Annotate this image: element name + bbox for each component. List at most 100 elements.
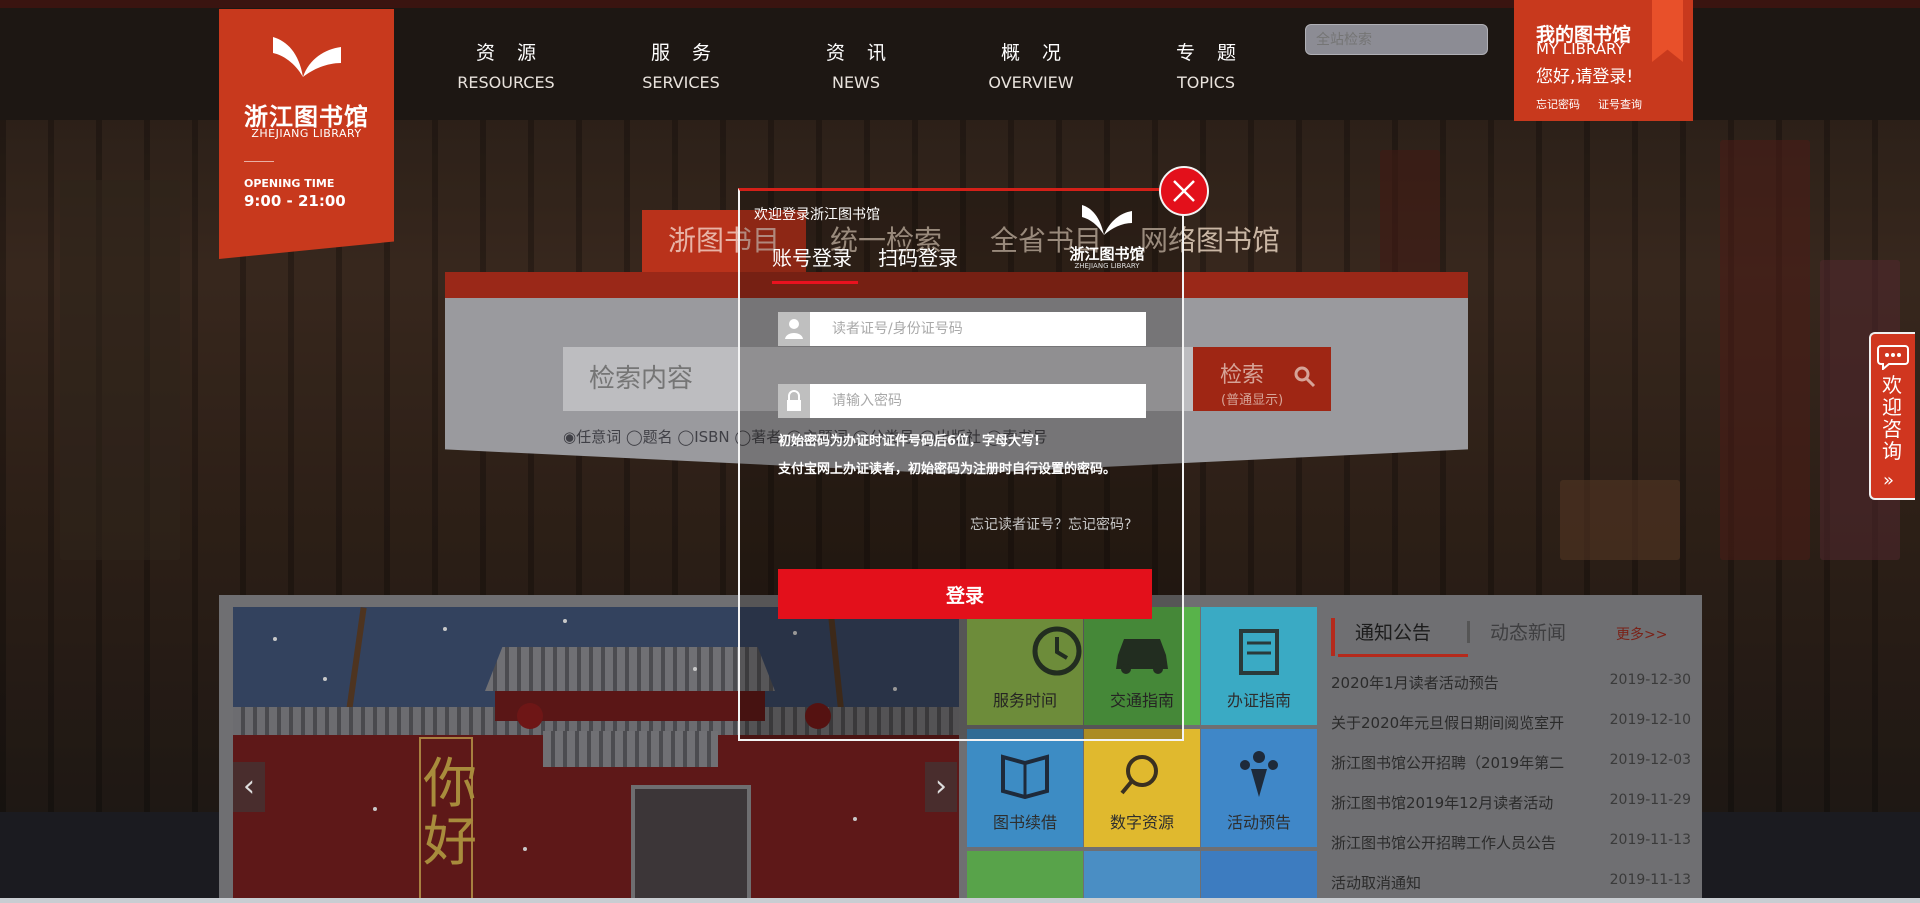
tile-book-renewal[interactable]: 图书续借 — [967, 729, 1083, 847]
notice-date: 2019-12-10 — [1609, 712, 1691, 728]
tile-card-guide[interactable]: 办证指南 — [1201, 607, 1317, 725]
close-modal-button[interactable] — [1159, 166, 1209, 216]
tab-divider — [1467, 621, 1470, 643]
notice-row[interactable]: 2020年1月读者活动预告 2019-12-30 — [1331, 672, 1699, 698]
nav-label-cn: 服务 — [650, 42, 733, 64]
notice-date: 2019-11-13 — [1609, 872, 1691, 888]
nav-news[interactable]: 资讯 NEWS — [776, 38, 936, 92]
nav-label-cn: 资源 — [475, 42, 558, 64]
username-input[interactable] — [810, 312, 1146, 346]
tile-more[interactable] — [967, 851, 1083, 903]
tab-account-login[interactable]: 账号登录 — [772, 242, 852, 271]
forgot-password-link[interactable]: 忘记密码 — [1536, 96, 1580, 112]
nav-label-cn: 概况 — [1000, 42, 1083, 64]
nav-label-cn: 资讯 — [825, 42, 908, 64]
notice-title: 2020年1月读者活动预告 — [1331, 674, 1499, 692]
modal-logo-chinese: 浙江图书馆 — [1069, 245, 1145, 263]
tile-more[interactable] — [1084, 851, 1200, 903]
notice-date: 2019-11-29 — [1609, 792, 1691, 808]
consult-side-tab[interactable]: 欢迎咨询 » — [1869, 332, 1915, 500]
snowflake — [563, 619, 567, 623]
login-greeting[interactable]: 您好,请登录! — [1536, 62, 1633, 87]
search-button-hint: (普通显示) — [1221, 393, 1284, 408]
snowflake — [373, 807, 377, 811]
snowflake — [693, 667, 697, 671]
lock-icon — [778, 384, 810, 418]
notice-row[interactable]: 浙江图书馆公开招聘（2019年第二 2019-12-03 — [1331, 752, 1699, 778]
tab-news[interactable]: 动态新闻 — [1490, 618, 1566, 645]
card-query-link[interactable]: 证号查询 — [1598, 96, 1642, 112]
tile-event-preview[interactable]: 活动预告 — [1201, 729, 1317, 847]
tile-label: 图书续借 — [992, 813, 1057, 832]
password-field — [778, 384, 1146, 418]
my-library-subtitle: MY LIBRARY — [1536, 40, 1625, 58]
my-library-panel[interactable]: 我的图书馆 MY LIBRARY 您好,请登录! 忘记密码 证号查询 — [1514, 0, 1693, 121]
nav-overview[interactable]: 概况 OVERVIEW — [951, 38, 1111, 92]
more-link[interactable]: 更多>> — [1616, 624, 1667, 644]
notice-row[interactable]: 浙江图书馆2019年12月读者活动 2019-11-29 — [1331, 792, 1699, 818]
notice-title: 浙江图书馆2019年12月读者活动 — [1331, 794, 1554, 812]
username-field — [778, 312, 1146, 346]
consult-label: 欢迎咨询 — [1882, 373, 1902, 463]
snowflake — [853, 817, 857, 821]
book-swoosh-icon — [273, 37, 341, 77]
nav-label-en: RESOURCES — [457, 73, 555, 92]
card-icon — [1239, 629, 1279, 675]
search-icon — [1294, 366, 1316, 388]
site-search-input[interactable] — [1305, 24, 1488, 55]
login-button[interactable]: 登录 — [778, 569, 1152, 619]
tab-notices[interactable]: 通知公告 — [1355, 618, 1431, 645]
library-logo-block[interactable]: 浙江图书馆 ZHEJIANG LIBRARY OPENING TIME 9:00… — [219, 9, 394, 259]
notice-tab-marker — [1331, 618, 1335, 656]
password-input[interactable] — [810, 384, 1146, 418]
notice-title: 活动取消通知 — [1331, 874, 1422, 892]
people-icon — [1240, 751, 1278, 797]
nav-services[interactable]: 服务 SERVICES — [601, 38, 761, 92]
password-hint-2: 支付宝网上办证读者，初始密码为注册时自行设置的密码。 — [778, 462, 1117, 477]
tile-label: 数字资源 — [1109, 813, 1174, 832]
banner-prev-button[interactable]: ‹ — [233, 762, 265, 812]
login-modal: 欢迎登录浙江图书馆 账号登录 扫码登录 浙江图书馆 ZHEJIANG LIBRA… — [738, 188, 1184, 741]
book-swoosh-icon — [1082, 205, 1132, 235]
notice-title: 浙江图书馆公开招聘工作人员公告 — [1331, 834, 1557, 852]
nav-label-en: SERVICES — [642, 73, 720, 92]
divider — [244, 161, 274, 162]
banner-calligraphy: 你好 — [423, 752, 477, 873]
search-button[interactable]: 检索 (普通显示) — [1193, 347, 1331, 411]
notice-date: 2019-11-13 — [1609, 832, 1691, 848]
notice-row[interactable]: 浙江图书馆公开招聘工作人员公告 2019-11-13 — [1331, 832, 1699, 858]
notice-date: 2019-12-03 — [1609, 752, 1691, 768]
active-tab-underline — [772, 281, 858, 284]
notice-title: 浙江图书馆公开招聘（2019年第二 — [1331, 754, 1565, 772]
banner-gate-roof — [485, 647, 775, 691]
modal-welcome-text: 欢迎登录浙江图书馆 — [754, 207, 880, 223]
tile-digital-resources[interactable]: 数字资源 — [1084, 729, 1200, 847]
tile-label: 办证指南 — [1226, 691, 1291, 710]
nav-label-en: TOPICS — [1176, 73, 1236, 92]
nav-label-cn: 专题 — [1175, 42, 1258, 64]
nav-label-en: OVERVIEW — [988, 73, 1074, 92]
globe-icon — [1120, 755, 1158, 795]
nav-label-en: NEWS — [831, 73, 881, 92]
bookmark-ribbon-icon — [1652, 0, 1683, 62]
banner-next-button[interactable]: › — [925, 762, 957, 812]
notice-title: 关于2020年元旦假日期间阅览室开 — [1331, 714, 1565, 732]
notice-row[interactable]: 关于2020年元旦假日期间阅览室开 2019-12-10 — [1331, 712, 1699, 738]
search-button-label: 检索 — [1220, 363, 1265, 388]
book-icon — [1001, 754, 1049, 799]
nav-resources[interactable]: 资源 RESOURCES — [426, 38, 586, 92]
double-chevron-icon: » — [1883, 470, 1895, 491]
notice-tab-underline — [1338, 654, 1468, 657]
banner-gate-eave — [543, 731, 718, 767]
modal-library-logo: 浙江图书馆 ZHEJIANG LIBRARY — [1062, 201, 1152, 271]
snowflake — [273, 637, 277, 641]
snowflake — [523, 847, 527, 851]
tile-more[interactable] — [1201, 851, 1317, 903]
tab-qr-login[interactable]: 扫码登录 — [878, 242, 958, 271]
notice-row[interactable]: 活动取消通知 2019-11-13 — [1331, 872, 1699, 898]
tile-label: 活动预告 — [1226, 813, 1291, 832]
modal-logo-english: ZHEJIANG LIBRARY — [1074, 262, 1140, 270]
forgot-credentials-link[interactable]: 忘记读者证号？忘记密码? — [970, 514, 1131, 534]
nav-topics[interactable]: 专题 TOPICS — [1126, 38, 1286, 92]
notice-date: 2019-12-30 — [1609, 672, 1691, 688]
